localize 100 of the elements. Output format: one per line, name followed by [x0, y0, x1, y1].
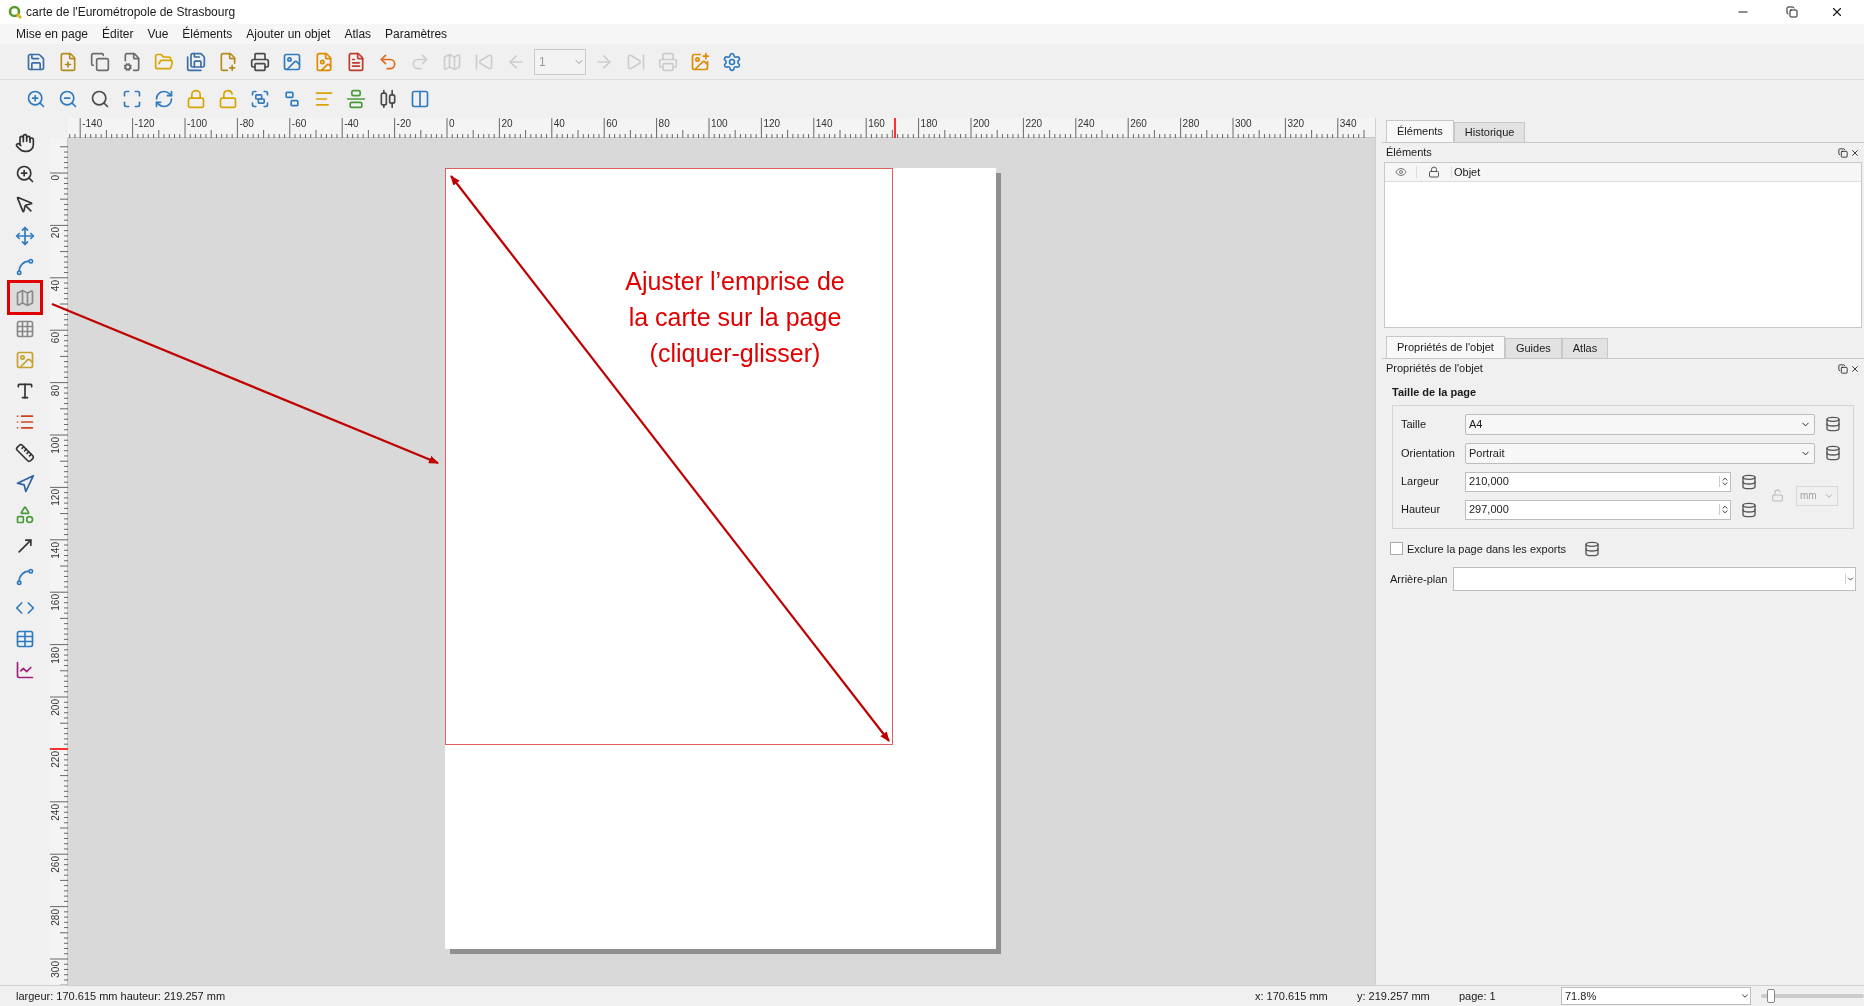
close-icon[interactable] — [1830, 5, 1844, 19]
close-icon[interactable] — [1850, 147, 1860, 158]
float-icon[interactable] — [1838, 363, 1848, 374]
print-atlas-icon — [658, 51, 678, 72]
add-map-tool[interactable] — [10, 283, 40, 312]
duplicate-layout-icon — [90, 51, 110, 72]
add-scalebar-icon — [15, 442, 35, 463]
dock-title: Propriétés de l'objet — [1386, 361, 1483, 377]
save-as-icon — [186, 51, 206, 72]
ruler-label: 60 — [50, 332, 62, 344]
ruler-label: 120 — [763, 118, 781, 130]
add-map-icon — [15, 287, 35, 308]
zoom-field[interactable]: 71.8% — [1561, 987, 1751, 1005]
redo-icon — [410, 51, 430, 72]
zoom-full-icon — [122, 89, 142, 109]
add-north-arrow-icon — [15, 473, 35, 494]
cursor-x-text: x: 170.615 mm — [1255, 988, 1329, 1004]
app-logo-icon — [8, 5, 22, 19]
cursor-marker — [50, 747, 68, 750]
float-icon[interactable] — [1838, 147, 1848, 158]
number-field[interactable]: 210,000 — [1465, 471, 1731, 492]
visibility-icon — [1394, 166, 1407, 178]
align-icon — [346, 89, 366, 109]
ruler-label: -60 — [291, 118, 307, 130]
export-image-icon — [282, 51, 302, 72]
column-header[interactable]: Objet — [1452, 163, 1481, 181]
add-shape-icon — [15, 504, 35, 525]
field-label: Orientation — [1401, 445, 1456, 461]
add-table-icon — [15, 628, 35, 649]
export-pdf-icon — [346, 51, 366, 72]
dock-tab[interactable]: Guides — [1504, 338, 1562, 358]
pan-icon — [15, 132, 35, 153]
new-page-icon — [218, 51, 238, 72]
add-chart-icon — [15, 659, 35, 680]
ruler-label: 240 — [50, 803, 62, 821]
ruler-label: 120 — [50, 489, 62, 507]
add-polyline-icon — [15, 566, 35, 587]
ruler-label: -80 — [239, 118, 254, 130]
add-3d-map-icon — [15, 318, 35, 339]
field-label: Largeur — [1401, 474, 1440, 490]
menu-item[interactable]: Vue — [147, 25, 169, 43]
menu-item[interactable]: Éditer — [102, 25, 134, 43]
color-field[interactable] — [1453, 567, 1856, 591]
ruler-label: 180 — [920, 118, 938, 130]
number-field[interactable]: 297,000 — [1465, 499, 1731, 520]
ruler-label: 100 — [711, 118, 728, 130]
dock-tab[interactable]: Propriétés de l'objet — [1386, 336, 1505, 358]
move-content-icon — [15, 225, 35, 246]
ruler-label: 340 — [1339, 118, 1357, 130]
dropdown-field[interactable]: Portrait — [1465, 442, 1815, 464]
window-title: carte de l'Eurométropole de Strasbourg — [26, 4, 236, 21]
ruler-label: 300 — [1235, 118, 1252, 130]
ruler-label: 200 — [973, 118, 990, 130]
raise-icon — [314, 89, 334, 109]
export-atlas-icon — [690, 51, 710, 72]
checkbox-label: Exclure la page dans les exports — [1407, 541, 1566, 557]
ungroup-icon — [282, 89, 302, 109]
page-text: page: 1 — [1459, 988, 1497, 1004]
lock-icon — [186, 89, 206, 109]
ruler-label: 40 — [50, 279, 62, 291]
ruler-label: 300 — [50, 961, 62, 978]
ruler-label: -120 — [134, 118, 155, 130]
dock-tab[interactable]: Éléments — [1386, 120, 1454, 142]
select-icon — [15, 194, 35, 215]
ruler-label: 280 — [1182, 118, 1200, 130]
dock-tab[interactable]: Historique — [1453, 122, 1526, 142]
undo-icon — [378, 51, 398, 72]
checkbox[interactable] — [1390, 542, 1403, 556]
spin-arrows-icon[interactable] — [1719, 504, 1730, 515]
selection-size-text: largeur: 170.615 mm hauteur: 219.257 mm — [15, 988, 227, 1004]
restore-icon[interactable] — [1786, 6, 1798, 18]
preview-atlas-icon — [442, 51, 462, 72]
ruler-label: -40 — [344, 118, 359, 130]
dock-tab[interactable]: Atlas — [1561, 338, 1609, 358]
menu-item[interactable]: Atlas — [344, 25, 372, 43]
annotation-text: Ajuster l’emprise de la carte sur la page (cliquer-glisser) — [624, 266, 846, 369]
dropdown-caret-icon — [1845, 574, 1855, 584]
menu-item[interactable]: Paramètres — [385, 25, 448, 43]
ruler-label: 280 — [50, 908, 62, 926]
ruler-label: 200 — [50, 699, 62, 716]
new-layout-icon — [58, 51, 78, 72]
dropdown-field[interactable]: A4 — [1465, 413, 1815, 435]
menu-item[interactable]: Ajouter un objet — [246, 25, 331, 43]
close-icon[interactable] — [1850, 363, 1860, 374]
spin-arrows-icon[interactable] — [1719, 476, 1730, 487]
zoom-out-icon — [58, 89, 78, 109]
menu-item[interactable]: Mise en page — [16, 25, 89, 43]
zoom-slider-thumb[interactable] — [1767, 989, 1776, 1003]
ruler-label: 220 — [1025, 118, 1043, 130]
group-icon — [250, 89, 270, 109]
ruler-label: 240 — [1077, 118, 1095, 130]
ruler-label: 260 — [1130, 118, 1147, 130]
cursor-marker — [893, 118, 896, 138]
ruler-label: 60 — [606, 118, 618, 130]
ruler-label: 160 — [50, 594, 62, 611]
ruler-label: 220 — [50, 751, 62, 769]
zoom-actual-icon — [90, 89, 110, 109]
field-label: Arrière-plan — [1390, 571, 1448, 587]
ruler-label: 320 — [1287, 118, 1305, 130]
menu-item[interactable]: Éléments — [182, 25, 233, 43]
